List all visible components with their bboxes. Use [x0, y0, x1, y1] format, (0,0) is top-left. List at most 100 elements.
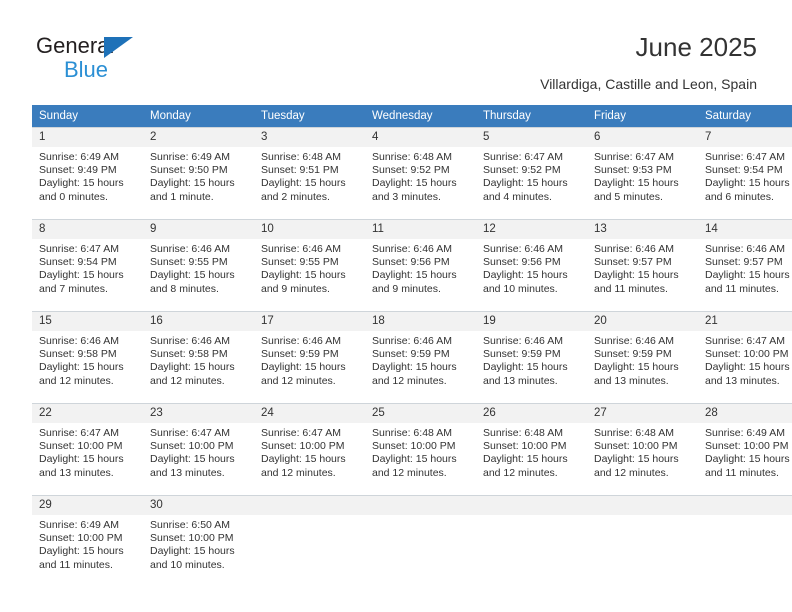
sunset-text: Sunset: 9:54 PM: [705, 164, 783, 177]
day-cell[interactable]: 19 Sunrise: 6:46 AM Sunset: 9:59 PM Dayl…: [476, 311, 587, 404]
day-cell[interactable]: 25 Sunrise: 6:48 AM Sunset: 10:00 PM Day…: [365, 403, 476, 496]
daylight-text-line2: and 11 minutes.: [705, 282, 779, 295]
day-cell[interactable]: 8 Sunrise: 6:47 AM Sunset: 9:54 PM Dayli…: [32, 219, 143, 312]
sunrise-text: Sunrise: 6:46 AM: [39, 335, 119, 347]
daylight-text-line1: Daylight: 15 hours: [39, 177, 124, 190]
day-details: Sunrise: 6:46 AM Sunset: 9:55 PM Dayligh…: [143, 239, 254, 296]
day-number: 12: [476, 220, 587, 239]
daylight-text-line1: Daylight: 15 hours: [372, 269, 457, 282]
sunrise-text: Sunrise: 6:47 AM: [483, 151, 563, 163]
daylight-text-line2: and 3 minutes.: [372, 190, 441, 203]
day-number: 8: [32, 220, 143, 239]
day-cell[interactable]: 21 Sunrise: 6:47 AM Sunset: 10:00 PM Day…: [698, 311, 792, 404]
day-cell[interactable]: 14 Sunrise: 6:46 AM Sunset: 9:57 PM Dayl…: [698, 219, 792, 312]
day-cell[interactable]: 30 Sunrise: 6:50 AM Sunset: 10:00 PM Day…: [143, 495, 254, 587]
day-details: Sunrise: 6:46 AM Sunset: 9:59 PM Dayligh…: [476, 331, 587, 388]
day-cell[interactable]: 20 Sunrise: 6:46 AM Sunset: 9:59 PM Dayl…: [587, 311, 698, 404]
day-number: 2: [143, 128, 254, 147]
sunset-text: Sunset: 9:57 PM: [594, 256, 672, 269]
sunset-text: Sunset: 10:00 PM: [39, 532, 123, 545]
day-cell[interactable]: 5 Sunrise: 6:47 AM Sunset: 9:52 PM Dayli…: [476, 127, 587, 220]
day-cell[interactable]: 28 Sunrise: 6:49 AM Sunset: 10:00 PM Day…: [698, 403, 792, 496]
day-cell[interactable]: 29 Sunrise: 6:49 AM Sunset: 10:00 PM Day…: [32, 495, 143, 587]
day-number: [698, 496, 792, 515]
daylight-text-line1: Daylight: 15 hours: [150, 545, 235, 558]
sunset-text: Sunset: 10:00 PM: [150, 532, 234, 545]
day-cell[interactable]: 26 Sunrise: 6:48 AM Sunset: 10:00 PM Day…: [476, 403, 587, 496]
sunrise-text: Sunrise: 6:46 AM: [150, 335, 230, 347]
logo-text-general: General: [36, 33, 115, 58]
day-number: 20: [587, 312, 698, 331]
day-cell[interactable]: 4 Sunrise: 6:48 AM Sunset: 9:52 PM Dayli…: [365, 127, 476, 220]
day-cell[interactable]: 17 Sunrise: 6:46 AM Sunset: 9:59 PM Dayl…: [254, 311, 365, 404]
sunset-text: Sunset: 9:59 PM: [372, 348, 450, 361]
daylight-text-line2: and 12 minutes.: [372, 466, 447, 479]
daylight-text-line1: Daylight: 15 hours: [39, 361, 124, 374]
day-number: 21: [698, 312, 792, 331]
day-details: [698, 515, 792, 519]
day-number: 9: [143, 220, 254, 239]
sunset-text: Sunset: 9:49 PM: [39, 164, 117, 177]
day-cell[interactable]: 11 Sunrise: 6:46 AM Sunset: 9:56 PM Dayl…: [365, 219, 476, 312]
day-details: Sunrise: 6:47 AM Sunset: 9:53 PM Dayligh…: [587, 147, 698, 204]
day-cell[interactable]: 18 Sunrise: 6:46 AM Sunset: 9:59 PM Dayl…: [365, 311, 476, 404]
daylight-text-line1: Daylight: 15 hours: [39, 269, 124, 282]
daylight-text-line2: and 11 minutes.: [705, 466, 779, 479]
day-cell[interactable]: 12 Sunrise: 6:46 AM Sunset: 9:56 PM Dayl…: [476, 219, 587, 312]
sunset-text: Sunset: 10:00 PM: [594, 440, 678, 453]
calendar-week-row: 15 Sunrise: 6:46 AM Sunset: 9:58 PM Dayl…: [32, 311, 792, 404]
page-title: June 2025: [635, 32, 757, 62]
generalblue-logo[interactable]: General Blue: [36, 33, 236, 85]
day-details: Sunrise: 6:48 AM Sunset: 10:00 PM Daylig…: [365, 423, 476, 480]
day-details: Sunrise: 6:46 AM Sunset: 9:58 PM Dayligh…: [143, 331, 254, 388]
daylight-text-line2: and 12 minutes.: [372, 374, 447, 387]
day-details: Sunrise: 6:48 AM Sunset: 10:00 PM Daylig…: [587, 423, 698, 480]
daylight-text-line1: Daylight: 15 hours: [39, 453, 124, 466]
day-cell[interactable]: 16 Sunrise: 6:46 AM Sunset: 9:58 PM Dayl…: [143, 311, 254, 404]
day-details: Sunrise: 6:49 AM Sunset: 9:50 PM Dayligh…: [143, 147, 254, 204]
calendar-page: General Blue June 2025 Villardiga, Casti…: [0, 0, 792, 612]
sunset-text: Sunset: 9:56 PM: [372, 256, 450, 269]
day-details: Sunrise: 6:46 AM Sunset: 9:55 PM Dayligh…: [254, 239, 365, 296]
day-number: 18: [365, 312, 476, 331]
daylight-text-line1: Daylight: 15 hours: [150, 453, 235, 466]
day-cell[interactable]: 2 Sunrise: 6:49 AM Sunset: 9:50 PM Dayli…: [143, 127, 254, 220]
sunset-text: Sunset: 9:55 PM: [150, 256, 228, 269]
day-cell[interactable]: 23 Sunrise: 6:47 AM Sunset: 10:00 PM Day…: [143, 403, 254, 496]
sunrise-text: Sunrise: 6:47 AM: [261, 427, 341, 439]
day-details: Sunrise: 6:49 AM Sunset: 9:49 PM Dayligh…: [32, 147, 143, 204]
day-number: 10: [254, 220, 365, 239]
day-cell[interactable]: 24 Sunrise: 6:47 AM Sunset: 10:00 PM Day…: [254, 403, 365, 496]
sunset-text: Sunset: 9:52 PM: [483, 164, 561, 177]
day-cell[interactable]: 15 Sunrise: 6:46 AM Sunset: 9:58 PM Dayl…: [32, 311, 143, 404]
daylight-text-line1: Daylight: 15 hours: [261, 453, 346, 466]
day-cell[interactable]: 22 Sunrise: 6:47 AM Sunset: 10:00 PM Day…: [32, 403, 143, 496]
day-details: Sunrise: 6:46 AM Sunset: 9:56 PM Dayligh…: [476, 239, 587, 296]
day-cell[interactable]: 3 Sunrise: 6:48 AM Sunset: 9:51 PM Dayli…: [254, 127, 365, 220]
daylight-text-line2: and 13 minutes.: [705, 374, 780, 387]
day-cell[interactable]: 7 Sunrise: 6:47 AM Sunset: 9:54 PM Dayli…: [698, 127, 792, 220]
day-cell[interactable]: 13 Sunrise: 6:46 AM Sunset: 9:57 PM Dayl…: [587, 219, 698, 312]
daylight-text-line1: Daylight: 15 hours: [150, 177, 235, 190]
daylight-text-line1: Daylight: 15 hours: [483, 453, 568, 466]
day-cell[interactable]: 9 Sunrise: 6:46 AM Sunset: 9:55 PM Dayli…: [143, 219, 254, 312]
sunset-text: Sunset: 9:51 PM: [261, 164, 339, 177]
sunrise-text: Sunrise: 6:46 AM: [372, 243, 452, 255]
daylight-text-line1: Daylight: 15 hours: [261, 361, 346, 374]
sunrise-text: Sunrise: 6:47 AM: [705, 335, 785, 347]
daylight-text-line2: and 6 minutes.: [705, 190, 774, 203]
sunrise-text: Sunrise: 6:46 AM: [594, 335, 674, 347]
day-details: Sunrise: 6:48 AM Sunset: 9:51 PM Dayligh…: [254, 147, 365, 204]
sunrise-text: Sunrise: 6:47 AM: [39, 243, 119, 255]
day-cell[interactable]: 6 Sunrise: 6:47 AM Sunset: 9:53 PM Dayli…: [587, 127, 698, 220]
daylight-text-line1: Daylight: 15 hours: [594, 361, 679, 374]
day-number: 5: [476, 128, 587, 147]
day-number: 29: [32, 496, 143, 515]
day-cell[interactable]: 10 Sunrise: 6:46 AM Sunset: 9:55 PM Dayl…: [254, 219, 365, 312]
day-cell[interactable]: 27 Sunrise: 6:48 AM Sunset: 10:00 PM Day…: [587, 403, 698, 496]
daylight-text-line2: and 4 minutes.: [483, 190, 552, 203]
day-details: Sunrise: 6:47 AM Sunset: 9:54 PM Dayligh…: [32, 239, 143, 296]
weekday-header-monday: Monday: [143, 105, 254, 128]
day-cell[interactable]: 1 Sunrise: 6:49 AM Sunset: 9:49 PM Dayli…: [32, 127, 143, 220]
day-details: Sunrise: 6:46 AM Sunset: 9:58 PM Dayligh…: [32, 331, 143, 388]
